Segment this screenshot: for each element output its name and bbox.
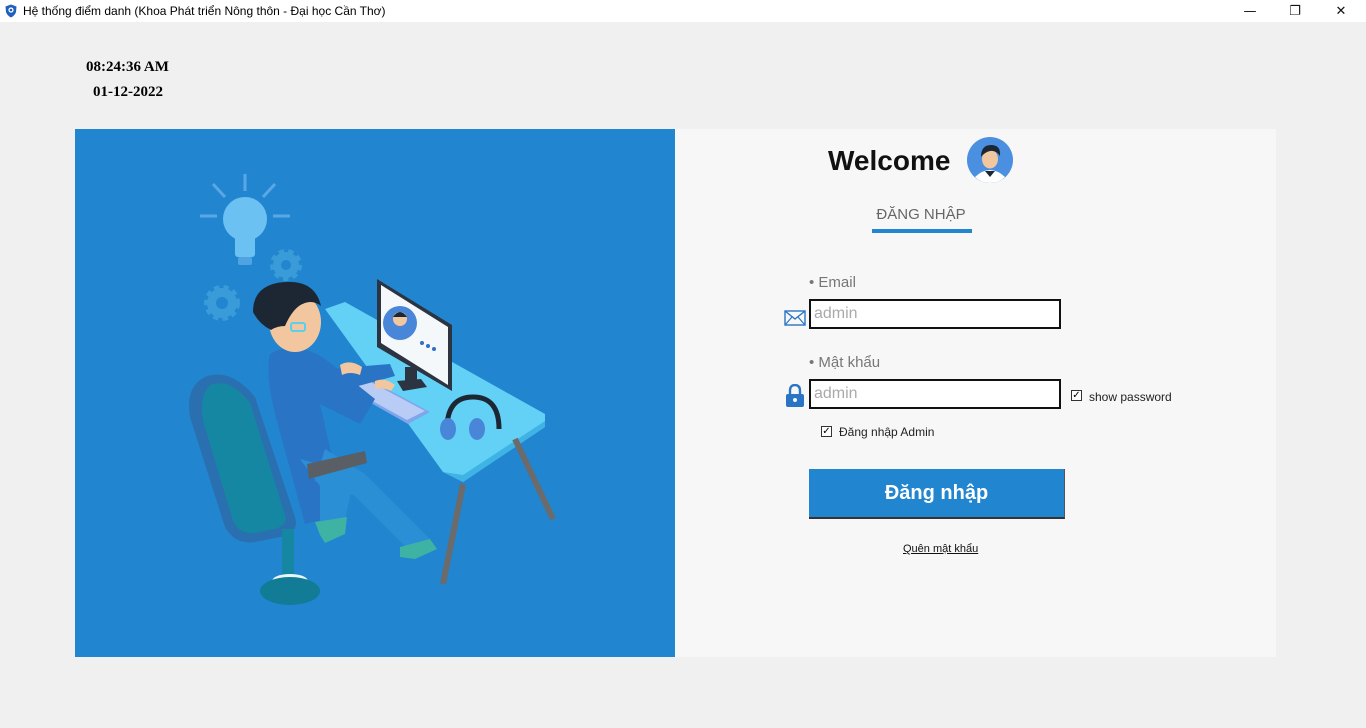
- email-label: • Email: [809, 274, 856, 291]
- clock-date: 01-12-2022: [93, 84, 163, 100]
- close-button[interactable]: ✕: [1318, 0, 1364, 22]
- window-title: Hệ thống điểm danh (Khoa Phát triển Nông…: [23, 4, 386, 18]
- title-bar: Hệ thống điểm danh (Khoa Phát triển Nông…: [0, 0, 1366, 22]
- password-field[interactable]: [809, 379, 1061, 409]
- forgot-password-link[interactable]: Quên mật khẩu: [903, 543, 978, 555]
- app-shield-icon: [5, 4, 17, 18]
- tab-login-underline: [872, 229, 972, 233]
- workspace-illustration: [189, 174, 556, 605]
- lock-icon: [786, 384, 804, 407]
- welcome-heading: Welcome: [828, 145, 951, 176]
- show-password-checkbox[interactable]: ✓: [1071, 390, 1082, 401]
- admin-login-checkbox[interactable]: ✓: [821, 426, 832, 437]
- tab-login[interactable]: ĐĂNG NHẬP: [871, 206, 971, 223]
- login-panel: Welcome ĐĂNG NHẬP • Email • Mật khẩu ✓ s…: [675, 129, 1276, 657]
- password-label: • Mật khẩu: [809, 354, 881, 371]
- minimize-button[interactable]: —: [1227, 0, 1273, 22]
- login-button[interactable]: Đăng nhập: [809, 469, 1065, 519]
- illustration-panel: [75, 129, 675, 657]
- mail-icon: [784, 310, 806, 326]
- clock-time: 08:24:36 AM: [86, 59, 169, 75]
- user-avatar-icon: [967, 137, 1013, 183]
- lightbulb-icon: [200, 174, 290, 265]
- maximize-button[interactable]: ❐: [1272, 0, 1318, 22]
- email-field[interactable]: [809, 299, 1061, 329]
- show-password-label[interactable]: show password: [1089, 390, 1172, 404]
- admin-login-label[interactable]: Đăng nhập Admin: [839, 425, 934, 439]
